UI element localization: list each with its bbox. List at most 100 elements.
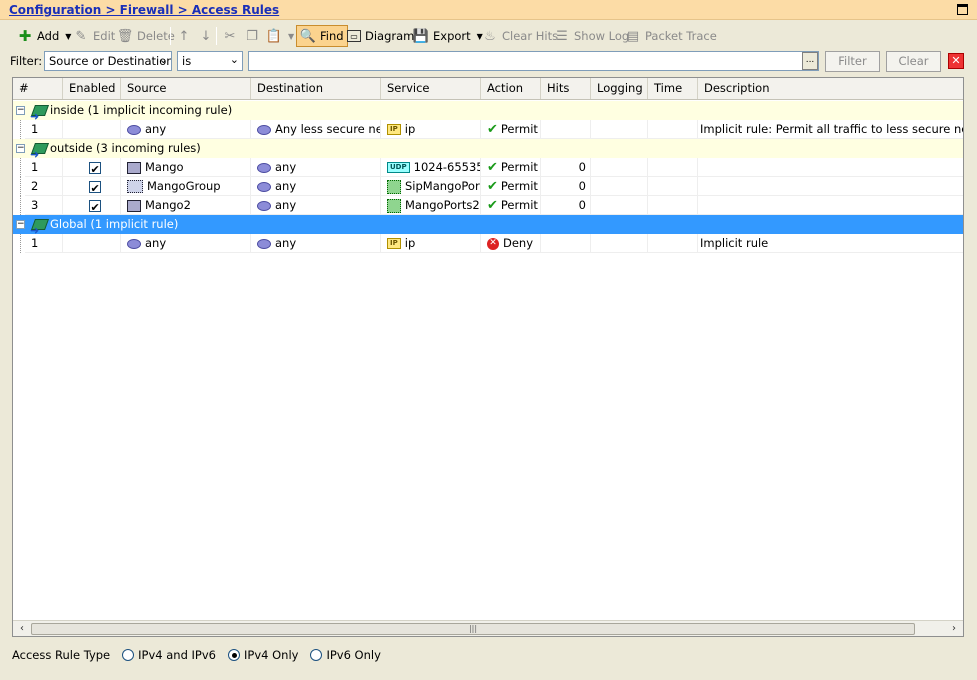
table-row[interactable]: 1 any Any less secure ne... IPip ✔Permit…	[13, 120, 963, 139]
group-row-outside[interactable]: − outside (3 incoming rules)	[13, 139, 963, 164]
radio-circle[interactable]	[122, 649, 135, 661]
checkmark-icon: ✔	[487, 198, 498, 213]
diagram-button[interactable]: ▭ Diagram	[344, 25, 417, 47]
close-icon[interactable]: ✕	[948, 53, 964, 69]
ip-service-icon: IP	[387, 124, 401, 135]
network-icon	[257, 200, 271, 211]
column-header-number[interactable]: #	[13, 78, 63, 99]
delete-button[interactable]: 🗑 Delete	[114, 25, 178, 47]
enabled-checkbox[interactable]	[88, 198, 101, 214]
scroll-left-icon[interactable]: ‹	[14, 622, 30, 636]
column-header-enabled[interactable]: Enabled	[63, 78, 121, 99]
checkmark-icon: ✔	[487, 160, 498, 175]
filter-text-input[interactable]	[248, 51, 819, 71]
filter-field-select[interactable]: Source or Destination ⌄	[44, 51, 172, 71]
export-button[interactable]: 💾 Export ▼	[410, 25, 486, 47]
clear-hits-icon: ♨	[484, 28, 496, 44]
column-header-destination[interactable]: Destination	[251, 78, 381, 99]
magnifier-icon: 🔍	[299, 28, 317, 44]
collapse-icon[interactable]: −	[16, 106, 25, 115]
clear-hits-button[interactable]: ♨ Clear Hits	[479, 25, 561, 47]
table-row[interactable]: 3 Mango2 any MangoPorts2 ✔Permit 0	[13, 196, 963, 215]
clear-button[interactable]: Clear	[886, 51, 941, 72]
horizontal-scrollbar[interactable]: ‹ ||| ›	[13, 620, 963, 636]
network-icon	[257, 238, 271, 249]
table-row[interactable]: 1 Mango any UDP1024-65535 ✔Permit 0	[13, 158, 963, 177]
paste-button[interactable]: 📋 ▼	[263, 25, 297, 47]
rules-table: # Enabled Source Destination Service Act…	[12, 77, 964, 637]
udp-service-icon: UDP	[387, 162, 410, 173]
network-icon	[257, 162, 271, 173]
access-rule-type: Access Rule Type IPv4 and IPv6 IPv4 Only…	[12, 646, 381, 664]
show-log-button[interactable]: ☰ Show Log	[551, 25, 632, 47]
column-header-description[interactable]: Description	[698, 78, 963, 99]
edit-button[interactable]: ✎ Edit	[70, 25, 118, 47]
collapse-icon[interactable]: −	[16, 220, 25, 229]
service-group-icon	[387, 198, 401, 213]
move-up-button[interactable]: ↑	[173, 25, 195, 47]
filter-bar: Filter: Source or Destination ⌄ is ⌄ ... F…	[0, 50, 977, 74]
filter-browse-button[interactable]: ...	[802, 52, 818, 70]
column-header-hits[interactable]: Hits	[541, 78, 591, 99]
deny-icon: ✕	[487, 237, 499, 250]
column-header-service[interactable]: Service	[381, 78, 481, 99]
log-icon: ☰	[556, 28, 568, 44]
diagram-icon: ▭	[347, 30, 361, 42]
table-header: # Enabled Source Destination Service Act…	[13, 78, 963, 100]
filter-label: Filter:	[10, 54, 43, 68]
radio-circle[interactable]	[228, 649, 240, 661]
move-down-button[interactable]: ↓	[195, 25, 217, 47]
interface-icon	[30, 218, 47, 240]
network-icon	[257, 124, 271, 135]
copy-icon: ❐	[246, 28, 258, 44]
packet-trace-button[interactable]: ▤ Packet Trace	[622, 25, 720, 47]
table-row[interactable]: 1 any any IP ip ✕ Deny Implicit rule	[13, 234, 963, 253]
paste-icon: 📋	[265, 28, 283, 44]
toolbar: ✚ Add ▼ ✎ Edit 🗑 Delete ↑ ↓ ✂ ❐ 📋 ▼ 🔍 Find ▭ D…	[0, 21, 977, 50]
interface-icon	[30, 104, 47, 126]
radio-ipv4-only[interactable]: IPv4 Only	[228, 648, 298, 662]
filter-operator-select[interactable]: is ⌄	[177, 51, 243, 71]
collapse-icon[interactable]: −	[16, 144, 25, 153]
service-group-icon	[387, 179, 401, 194]
packet-trace-icon: ▤	[626, 28, 640, 44]
trash-icon: 🗑	[116, 28, 134, 44]
find-button[interactable]: 🔍 Find	[296, 25, 348, 47]
column-header-time[interactable]: Time	[648, 78, 698, 99]
add-button[interactable]: ✚ Add ▼	[14, 25, 74, 47]
group-row-inside[interactable]: − inside (1 implicit incoming rule)	[13, 101, 963, 126]
group-row-global[interactable]: − Global (1 implicit rule)	[13, 215, 963, 240]
column-header-source[interactable]: Source	[121, 78, 251, 99]
enabled-cell	[63, 120, 121, 139]
arrow-down-icon: ↓	[200, 28, 212, 44]
arrow-up-icon: ↑	[178, 28, 190, 44]
save-icon: 💾	[412, 28, 430, 44]
network-icon	[127, 238, 141, 249]
cut-button[interactable]: ✂	[219, 25, 241, 47]
edit-icon: ✎	[75, 28, 87, 44]
table-row[interactable]: 2 MangoGroup any SipMangoPorts ✔Permit 0	[13, 177, 963, 196]
ip-service-icon: IP	[387, 238, 401, 249]
enabled-checkbox[interactable]	[88, 179, 101, 195]
interface-icon	[30, 142, 47, 164]
scrollbar-thumb[interactable]: |||	[31, 623, 915, 635]
radio-circle[interactable]	[310, 649, 323, 661]
access-rule-type-label: Access Rule Type	[12, 648, 111, 662]
network-icon	[257, 181, 271, 192]
computer-icon	[127, 199, 141, 212]
enabled-checkbox[interactable]	[88, 160, 101, 176]
plus-icon: ✚	[18, 27, 32, 45]
column-header-action[interactable]: Action	[481, 78, 541, 99]
radio-ipv4-and-ipv6[interactable]: IPv4 and IPv6	[122, 648, 216, 662]
breadcrumb[interactable]: Configuration > Firewall > Access Rules	[9, 3, 279, 17]
title-bar: Configuration > Firewall > Access Rules	[0, 0, 977, 20]
maximize-icon[interactable]	[957, 4, 968, 15]
radio-ipv6-only[interactable]: IPv6 Only	[310, 648, 381, 662]
column-header-logging[interactable]: Logging	[591, 78, 648, 99]
network-icon	[127, 124, 141, 135]
scroll-right-icon[interactable]: ›	[946, 622, 962, 636]
filter-button[interactable]: Filter	[825, 51, 880, 72]
enabled-cell	[63, 234, 121, 253]
copy-button[interactable]: ❐	[241, 25, 263, 47]
network-group-icon	[127, 180, 143, 193]
